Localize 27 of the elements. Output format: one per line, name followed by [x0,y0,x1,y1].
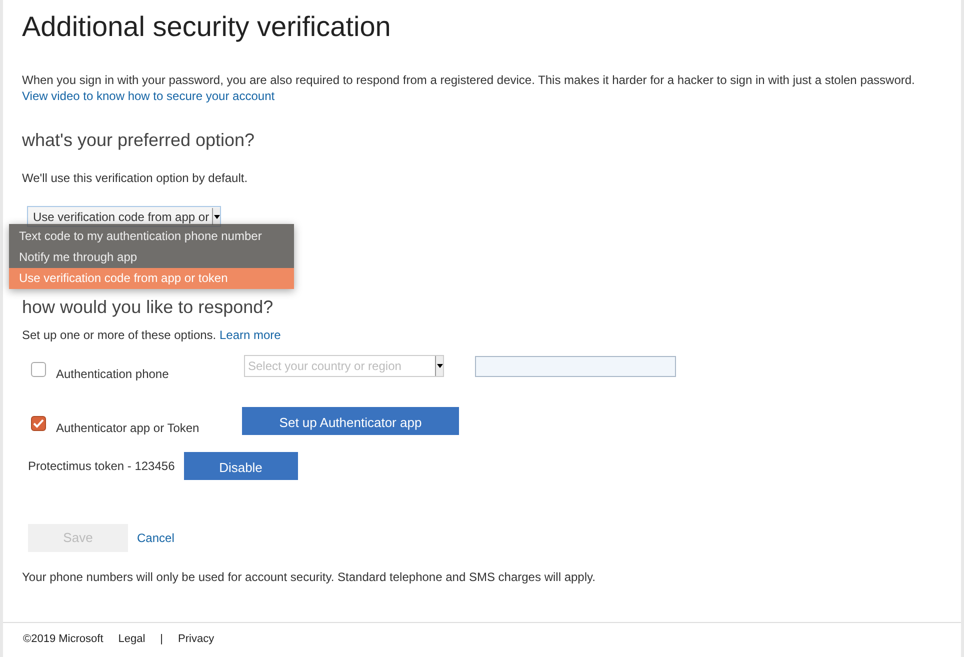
dropdown-option[interactable]: Use verification code from app or token [9,268,294,289]
token-label: Protectimus token - 123456 [28,458,175,475]
separator-text: | [160,632,164,646]
checkbox[interactable] [31,416,46,430]
caret-icon [436,364,442,368]
footer-link[interactable]: Legal [118,630,146,647]
intro-text: When you sign in with your password, you are also required to respond from a registered device. This makes it harder for a hacker to sign in with just a stolen password. [22,72,916,88]
footer-link[interactable]: Privacy [178,630,214,647]
description-text: Set up one or more of these options. [22,328,218,342]
section-heading: what's your preferred option? [22,129,256,152]
note-text: Your phone numbers will only be used for account security. Standard telephone and SMS charges will apply. [22,569,596,586]
checkbox-label: Authentication phone [56,366,170,383]
setup-app-button[interactable]: Set up Authenticator app [242,407,459,435]
caret-icon [214,214,220,218]
section-heading: how would you like to respond? [22,296,274,319]
description-text: We'll use this verification option by default. [22,170,249,187]
copyright-text: ©2019 Microsoft [23,632,104,646]
cancel-link[interactable]: Cancel [137,529,174,547]
dropdown-option[interactable]: Notify me through app [9,247,294,268]
phone-number-field[interactable] [475,356,676,376]
learn-more-link[interactable]: Learn more [219,328,281,342]
video-link[interactable]: View video to know how to secure your account [22,89,275,103]
page-title: Additional security verification [22,10,392,44]
checkbox[interactable] [31,362,46,376]
disable-button[interactable]: Disable [184,452,298,480]
dropdown-option[interactable]: Text code to my authentication phone number [9,226,294,247]
checkbox-label: Authenticator app or Token [56,420,200,437]
